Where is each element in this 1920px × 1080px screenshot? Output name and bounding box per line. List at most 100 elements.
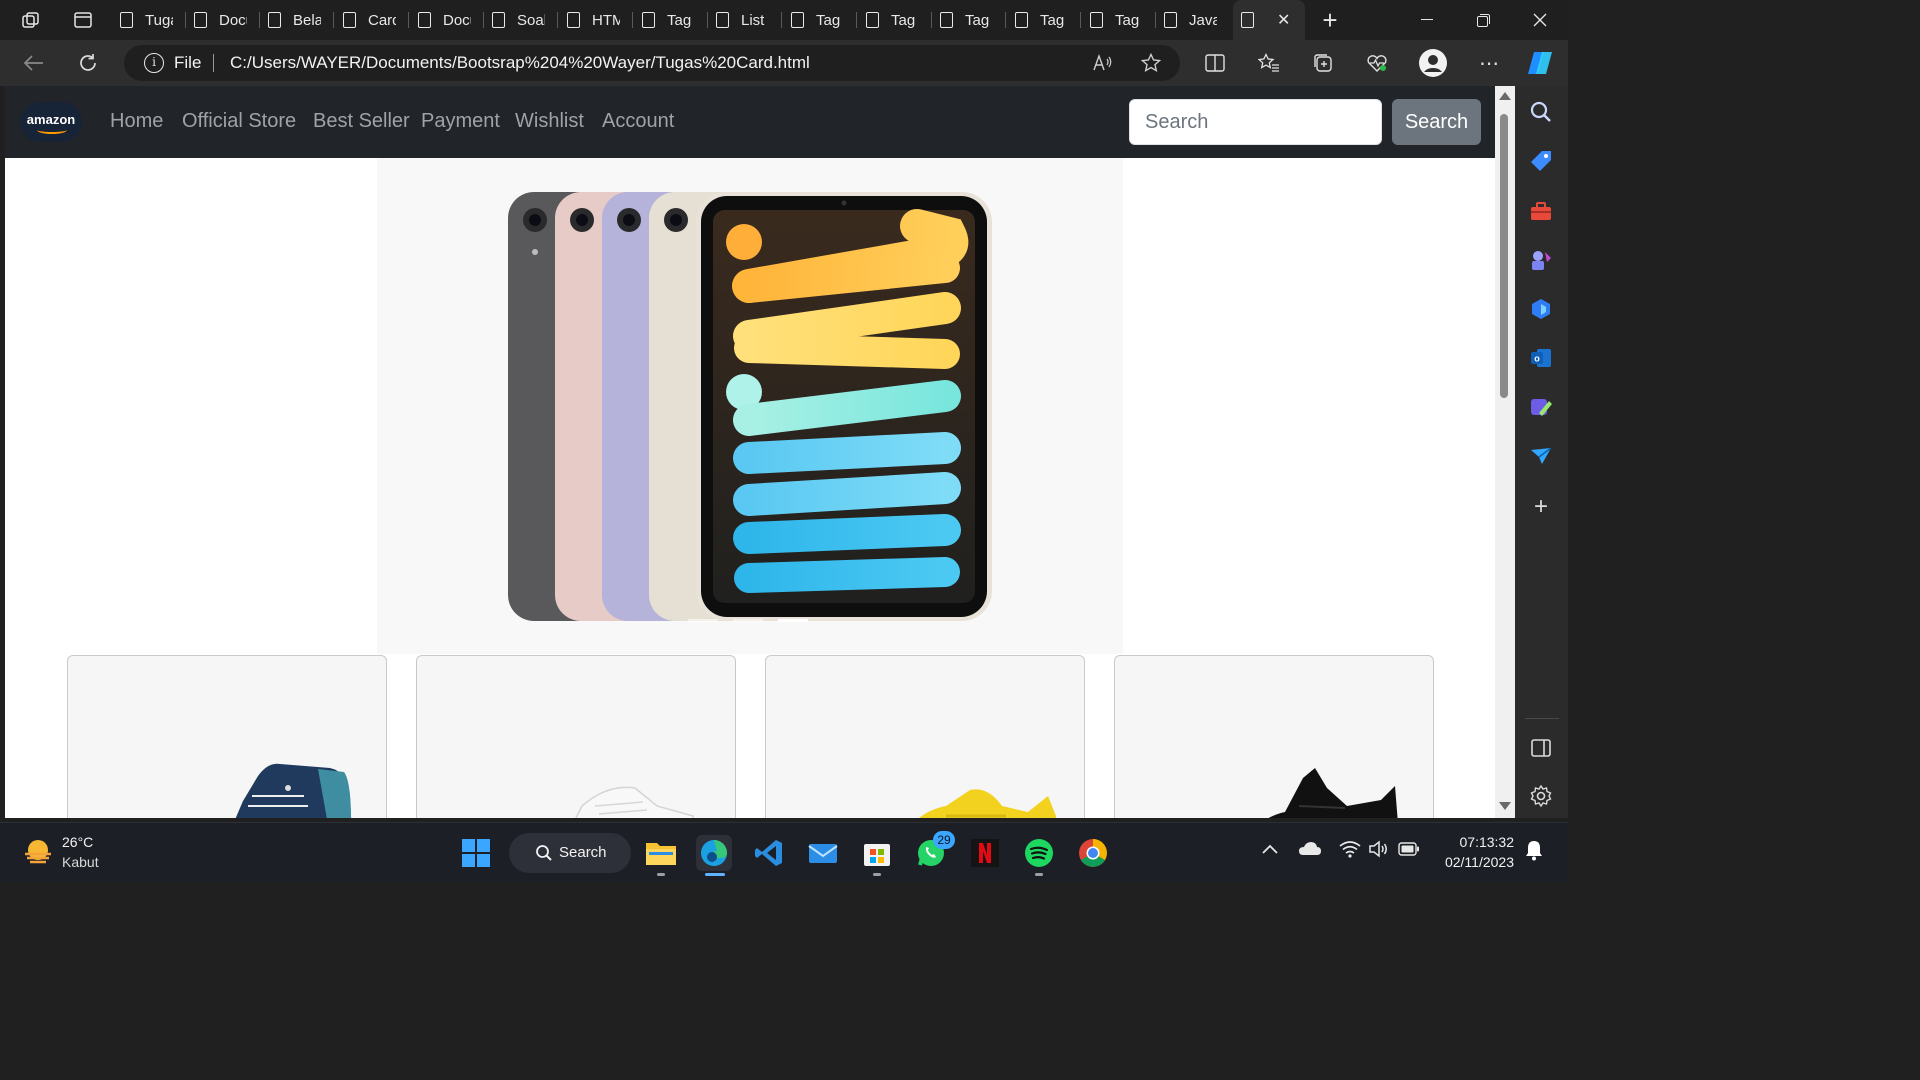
tab-title: Soal (517, 11, 545, 29)
show-hidden-icons[interactable] (1262, 841, 1278, 859)
chrome-icon[interactable] (1075, 835, 1111, 871)
page-icon (268, 12, 281, 28)
url-text[interactable]: C:/Users/WAYER/Documents/Bootsrap%204%20… (230, 53, 810, 73)
games-icon[interactable] (1529, 248, 1553, 272)
product-card-1[interactable] (67, 655, 387, 818)
site-info-icon[interactable]: i (144, 53, 164, 73)
notification-bell-icon[interactable] (1524, 839, 1544, 866)
wifi-icon[interactable] (1339, 840, 1361, 863)
split-screen-icon[interactable] (1198, 48, 1232, 78)
whatsapp-icon[interactable]: 29 (913, 831, 955, 871)
profile-avatar[interactable] (1416, 48, 1450, 78)
logo-text: amazon (26, 112, 76, 127)
nav-wishlist[interactable]: Wishlist (515, 110, 584, 133)
nav-account[interactable]: Account (602, 110, 674, 133)
netflix-icon[interactable] (967, 835, 1003, 871)
tools-icon[interactable] (1529, 199, 1553, 223)
tab-1[interactable]: Docu (186, 4, 260, 36)
onedrive-icon[interactable] (1298, 840, 1322, 861)
page-icon (1015, 12, 1028, 28)
running-indicator (1035, 873, 1043, 876)
tab-actions-icon[interactable] (69, 6, 97, 34)
close-tab-icon[interactable]: ✕ (1277, 10, 1290, 30)
shopping-tag-icon[interactable] (1529, 149, 1553, 173)
tab-active[interactable]: ✕ (1233, 0, 1305, 40)
product-carousel[interactable] (377, 158, 1123, 654)
tab-4[interactable]: Docu (410, 4, 484, 36)
favorite-star-icon[interactable] (1134, 48, 1168, 78)
svg-text:o: o (1534, 354, 1540, 364)
search-input[interactable]: Search (1129, 99, 1382, 145)
edge-browser-icon[interactable] (696, 835, 732, 871)
vscode-icon[interactable] (751, 835, 787, 871)
more-options-icon[interactable]: ⋯ (1472, 48, 1506, 78)
back-icon[interactable] (18, 48, 50, 78)
scroll-down-icon[interactable] (1499, 802, 1511, 810)
windows-start-icon[interactable] (458, 835, 494, 871)
tab-11[interactable]: Tag (932, 4, 1006, 36)
taskbar-search-label: Search (559, 844, 607, 861)
scroll-thumb[interactable] (1500, 114, 1508, 398)
product-card-2[interactable] (416, 655, 736, 818)
battery-icon[interactable] (1398, 842, 1420, 861)
collections-icon[interactable] (1306, 48, 1340, 78)
read-aloud-icon[interactable] (1086, 48, 1120, 78)
tab-12[interactable]: Tag (1007, 4, 1081, 36)
browser-essentials-icon[interactable] (1360, 48, 1394, 78)
carousel-indicator-2[interactable] (733, 619, 763, 622)
close-window-icon[interactable] (1512, 0, 1568, 40)
clock[interactable]: 07:13:32 02/11/2023 (1438, 834, 1514, 870)
outlook-icon[interactable]: o (1529, 346, 1553, 370)
product-card-4[interactable] (1114, 655, 1434, 818)
tab-10[interactable]: Tag (858, 4, 932, 36)
tab-9[interactable]: Tag (783, 4, 857, 36)
tab-title: Tag (667, 11, 692, 29)
copilot-sidebar-icon[interactable] (1529, 297, 1553, 321)
address-bar[interactable]: i File C:/Users/WAYER/Documents/Bootsrap… (124, 45, 1180, 81)
nav-home[interactable]: Home (110, 110, 163, 133)
amazon-logo[interactable]: amazon (20, 102, 82, 142)
clock-time: 07:13:32 (1459, 834, 1515, 850)
tab-0[interactable]: Tuga (112, 4, 186, 36)
restore-icon[interactable] (1455, 0, 1511, 40)
hide-sidebar-icon[interactable] (1529, 736, 1553, 760)
workspaces-icon[interactable] (17, 6, 45, 34)
tab-13[interactable]: Tag (1082, 4, 1156, 36)
nav-official-store[interactable]: Official Store (182, 110, 296, 133)
volume-icon[interactable] (1368, 840, 1390, 863)
minimize-icon[interactable] (1399, 0, 1455, 40)
add-sidebar-app-icon[interactable]: + (1529, 495, 1553, 520)
tab-7[interactable]: Tag (634, 4, 708, 36)
search-button[interactable]: Search (1392, 99, 1481, 145)
tab-2[interactable]: Bela (260, 4, 334, 36)
tab-title: Tag (816, 11, 841, 29)
designer-icon[interactable] (1529, 395, 1553, 419)
page-icon (343, 12, 356, 28)
carousel-indicator-3[interactable] (778, 619, 808, 622)
weather-icon[interactable] (22, 836, 54, 868)
tab-5[interactable]: Soal (484, 4, 558, 36)
scheme-label: File (174, 53, 202, 72)
mail-icon[interactable] (805, 835, 841, 871)
file-explorer-icon[interactable] (643, 835, 679, 871)
tab-14[interactable]: Java (1156, 4, 1230, 36)
microsoft-store-icon[interactable] (859, 835, 895, 871)
copilot-icon[interactable] (1523, 48, 1557, 78)
drop-icon[interactable] (1529, 444, 1553, 468)
favorites-icon[interactable] (1252, 48, 1286, 78)
page-scrollbar[interactable] (1495, 86, 1515, 818)
spotify-icon[interactable] (1021, 835, 1057, 871)
nav-best-seller[interactable]: Best Seller (313, 110, 410, 133)
tab-8[interactable]: List (708, 4, 782, 36)
carousel-indicator-1[interactable] (688, 619, 718, 622)
tab-6[interactable]: HTM (559, 4, 633, 36)
taskbar-search[interactable]: Search (509, 833, 631, 873)
sidebar-settings-icon[interactable] (1529, 784, 1553, 808)
product-card-3[interactable] (765, 655, 1085, 818)
new-tab-icon[interactable]: + (1316, 5, 1344, 35)
scroll-up-icon[interactable] (1499, 92, 1511, 100)
nav-payment[interactable]: Payment (421, 110, 500, 133)
sidebar-search-icon[interactable] (1529, 100, 1553, 124)
tab-3[interactable]: Card (335, 4, 409, 36)
refresh-icon[interactable] (72, 48, 104, 78)
